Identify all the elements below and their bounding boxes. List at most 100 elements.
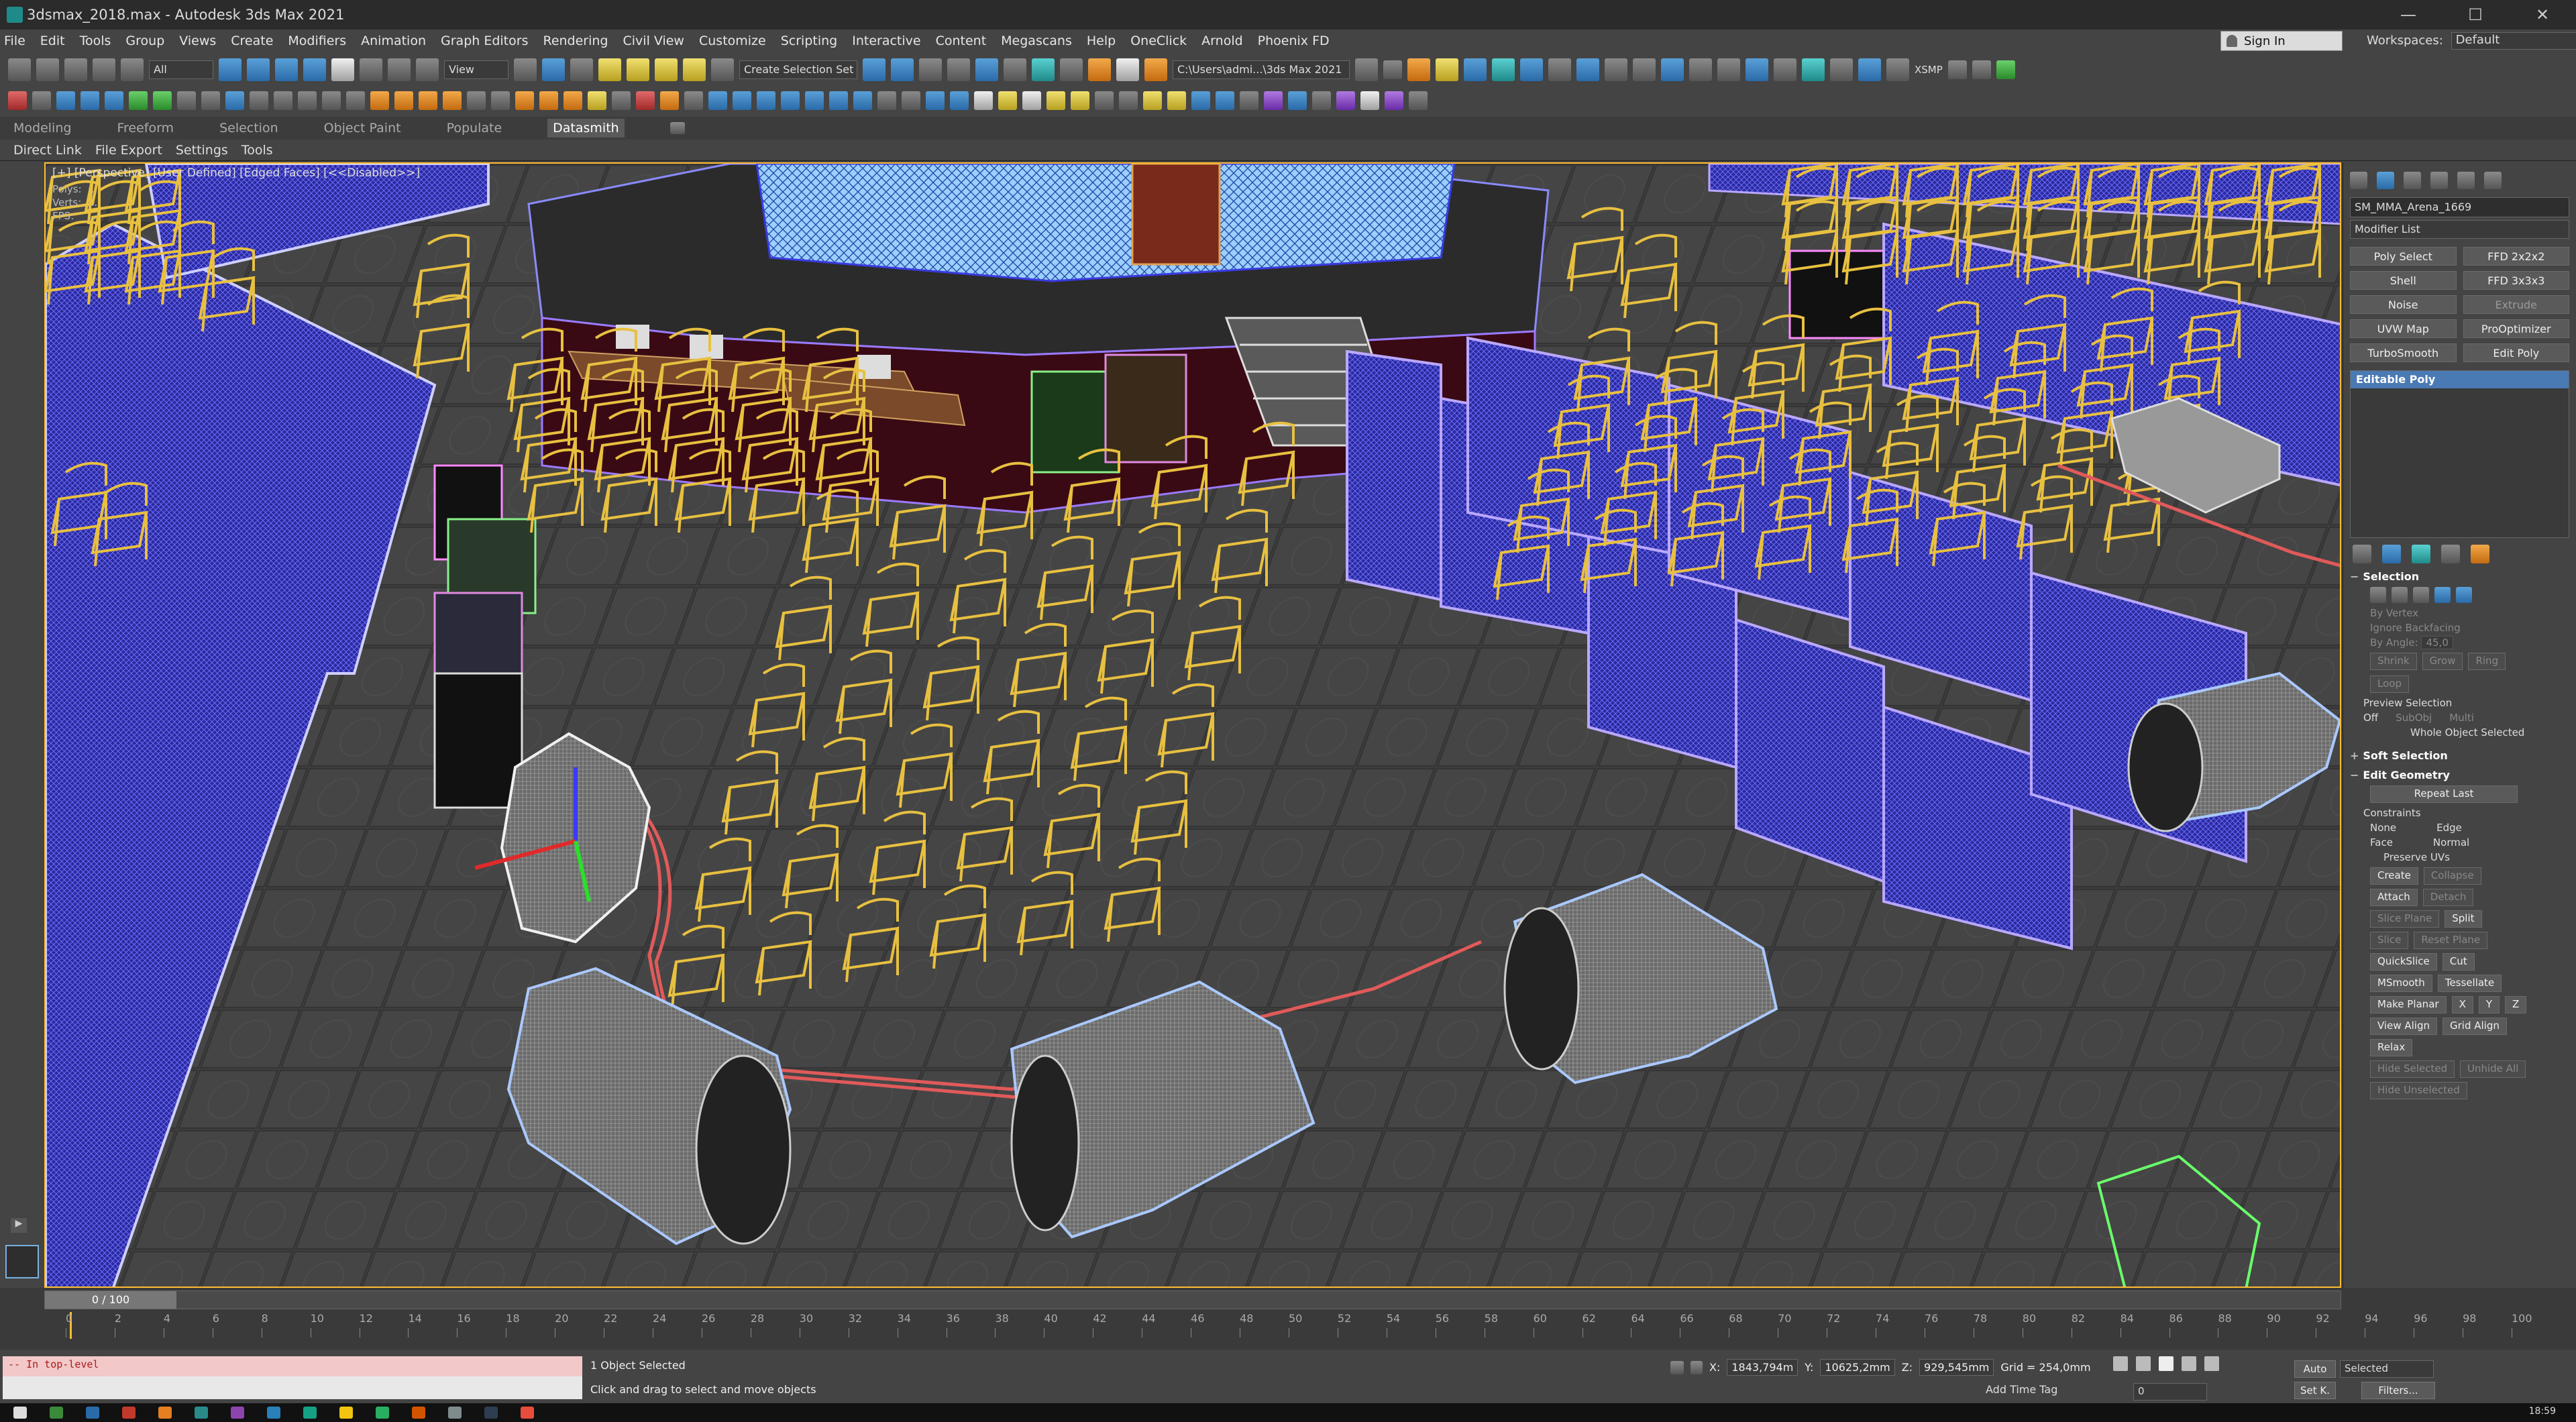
set-key-button[interactable]: Set K.: [2294, 1382, 2336, 1399]
arnold-render-icon[interactable]: [1407, 58, 1430, 81]
more-toolbar-icon[interactable]: [1383, 60, 1402, 79]
select-and-place-icon[interactable]: [416, 58, 439, 81]
create-tab-icon[interactable]: [2350, 172, 2367, 189]
grow-button[interactable]: Grow: [2422, 653, 2463, 670]
taskbar-app-7-icon[interactable]: [267, 1407, 280, 1419]
menu-rendering[interactable]: Rendering: [543, 34, 608, 48]
ring-button[interactable]: Ring: [2468, 653, 2506, 670]
selection-lock-icon[interactable]: [1690, 1360, 1703, 1374]
settings-button[interactable]: Settings: [176, 143, 228, 158]
unlink-icon[interactable]: [93, 58, 115, 81]
view-align-button[interactable]: View Align: [2370, 1018, 2437, 1035]
toggle-layer-explorer-icon[interactable]: [947, 58, 970, 81]
teapot-icon[interactable]: [1972, 60, 1991, 79]
edit-poly-button[interactable]: Edit Poly: [2463, 343, 2569, 362]
viewport-layout-thumbnail[interactable]: [5, 1245, 39, 1278]
extrude-button[interactable]: Extrude: [2463, 295, 2569, 314]
phoenix-foam-icon[interactable]: [539, 91, 558, 110]
ribbon-options-icon[interactable]: [669, 122, 685, 134]
auto-key-button[interactable]: Auto: [2294, 1360, 2336, 1378]
close-button[interactable]: ✕: [2509, 0, 2576, 30]
menu-arnold[interactable]: Arnold: [1201, 34, 1242, 48]
maxscript-listener-output[interactable]: [3, 1376, 582, 1399]
detach-button[interactable]: Detach: [2422, 889, 2474, 906]
vray-help-icon[interactable]: [1409, 91, 1428, 110]
phoenix-turbulence-icon[interactable]: [612, 91, 631, 110]
rig-tool-icon[interactable]: [8, 91, 27, 110]
go-to-end-icon[interactable]: [2204, 1356, 2219, 1371]
pause-icon[interactable]: [250, 91, 268, 110]
mass-fx-icon[interactable]: [829, 91, 848, 110]
camera-tool-icon[interactable]: [1492, 58, 1515, 81]
object-name-field[interactable]: SM_MMA_Arena_1669: [2350, 197, 2569, 217]
unhide-all-button[interactable]: Unhide All: [2460, 1060, 2526, 1078]
vray-mesh-export-icon[interactable]: [1830, 58, 1853, 81]
make-planar-button[interactable]: Make Planar: [2370, 996, 2447, 1014]
populate-icon[interactable]: [105, 91, 123, 110]
configure-modifier-sets-icon[interactable]: [2471, 545, 2489, 563]
menu-animation[interactable]: Animation: [361, 34, 426, 48]
planar-y-button[interactable]: Y: [2478, 996, 2500, 1014]
forest-pack-icon[interactable]: [708, 91, 727, 110]
taskbar-app-10-icon[interactable]: [376, 1407, 389, 1419]
border-icon[interactable]: [2413, 587, 2429, 603]
menu-views[interactable]: Views: [179, 34, 216, 48]
phoenix-bounce-icon[interactable]: [660, 91, 679, 110]
menu-group[interactable]: Group: [125, 34, 164, 48]
hierarchy-tab-icon[interactable]: [2404, 172, 2421, 189]
polygon-icon[interactable]: [2434, 587, 2451, 603]
help-icon[interactable]: [902, 91, 920, 110]
constraint-normal-radio[interactable]: Normal: [2433, 836, 2469, 849]
repeat-last-button[interactable]: Repeat Last: [2370, 785, 2518, 803]
stop-icon[interactable]: [274, 91, 292, 110]
phoenix-source-icon[interactable]: [467, 91, 486, 110]
datasmith-sync-icon[interactable]: [926, 91, 945, 110]
soft-selection-rollout-header[interactable]: + Soft Selection: [2350, 749, 2569, 762]
by-vertex-checkbox[interactable]: By Vertex: [2370, 607, 2549, 619]
bind-space-warp-icon[interactable]: [121, 58, 144, 81]
vray-sphere-icon[interactable]: [1689, 58, 1712, 81]
taskbar-app-13-icon[interactable]: [484, 1407, 498, 1419]
vray-toolbar-icon[interactable]: [1436, 58, 1458, 81]
shell-button[interactable]: Shell: [2350, 271, 2457, 290]
planar-x-button[interactable]: X: [2451, 996, 2473, 1014]
set-project-folder-icon[interactable]: [1355, 58, 1378, 81]
project-folder-dropdown[interactable]: C:\Users\admi...\3ds Max 2021: [1173, 60, 1350, 79]
edit-geometry-rollout-header[interactable]: − Edit Geometry: [2350, 769, 2569, 781]
toggle-ribbon-icon[interactable]: [975, 58, 998, 81]
vray-sphere-light-icon[interactable]: [1288, 91, 1307, 110]
menu-create[interactable]: Create: [231, 34, 273, 48]
rendered-frame-window-icon[interactable]: [1116, 58, 1139, 81]
element-icon[interactable]: [2456, 587, 2472, 603]
ignore-backfacing-checkbox[interactable]: Ignore Backfacing: [2370, 622, 2549, 634]
vray-ies-icon[interactable]: [1022, 91, 1041, 110]
play-icon[interactable]: [225, 91, 244, 110]
go-to-start-icon[interactable]: [2113, 1356, 2128, 1371]
light-tool-icon[interactable]: [1464, 58, 1487, 81]
edge-icon[interactable]: [2392, 587, 2408, 603]
create-button[interactable]: Create: [2370, 867, 2418, 885]
vray-decal-icon[interactable]: [1746, 58, 1768, 81]
menu-content[interactable]: Content: [936, 34, 987, 48]
angle-snap-icon[interactable]: [627, 58, 649, 81]
motion-tab-icon[interactable]: [2430, 172, 2448, 189]
redo-icon[interactable]: [36, 58, 59, 81]
vray-sun-icon[interactable]: [1548, 58, 1571, 81]
key-filters-button[interactable]: Filters...: [2361, 1382, 2435, 1399]
menu-edit[interactable]: Edit: [40, 34, 65, 48]
sign-in-dropdown[interactable]: Sign In: [2220, 31, 2343, 51]
previous-frame-icon[interactable]: [2136, 1356, 2151, 1371]
vray-lister-icon[interactable]: [1886, 58, 1909, 81]
hide-selected-button[interactable]: Hide Selected: [2370, 1060, 2455, 1078]
select-object-icon[interactable]: [219, 58, 241, 81]
tab-populate[interactable]: Populate: [447, 121, 502, 135]
viewport-label[interactable]: [+] [Perspective] [User Defined] [Edged …: [52, 166, 420, 180]
layers-icon[interactable]: [1996, 60, 2015, 79]
hide-unselected-button[interactable]: Hide Unselected: [2370, 1082, 2467, 1099]
vray-clipper-icon[interactable]: [1717, 58, 1740, 81]
rectangular-selection-icon[interactable]: [275, 58, 298, 81]
selection-filter-dropdown[interactable]: All: [149, 60, 213, 79]
align-icon[interactable]: [891, 58, 914, 81]
cat-icon[interactable]: [80, 91, 99, 110]
poly-select-button[interactable]: Poly Select: [2350, 247, 2457, 266]
